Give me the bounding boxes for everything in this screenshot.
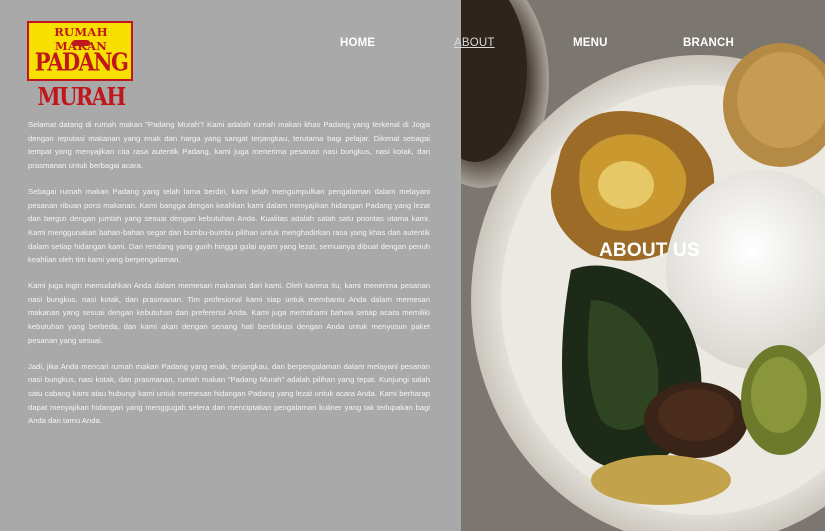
nav-home[interactable]: HOME bbox=[340, 37, 375, 49]
logo-line2: PADANG MURAH bbox=[34, 47, 129, 111]
food-photo bbox=[461, 0, 825, 531]
about-paragraph-3: Kami juga ingin memudahkan Anda dalam me… bbox=[28, 281, 430, 345]
padang-dish-illustration bbox=[461, 0, 825, 531]
brand-logo[interactable]: RUMAH MAKAN PADANG MURAH bbox=[27, 21, 133, 111]
nav-menu[interactable]: MENU bbox=[573, 37, 608, 49]
about-page: RUMAH MAKAN PADANG MURAH HOME ABOUT MENU… bbox=[0, 0, 825, 531]
page-title: ABOUT US bbox=[599, 240, 700, 261]
nav-branch[interactable]: BRANCH bbox=[683, 37, 734, 49]
nav-about[interactable]: ABOUT bbox=[454, 37, 495, 49]
about-content: Selamat datang di rumah makan "Padang Mu… bbox=[28, 118, 430, 440]
about-paragraph-4: Jadi, jika Anda mencari rumah makan Pada… bbox=[28, 361, 430, 426]
about-paragraph-2: Sebagai rumah makan Padang yang telah la… bbox=[28, 186, 430, 265]
about-paragraph-1: Selamat datang di rumah makan "Padang Mu… bbox=[28, 120, 430, 171]
